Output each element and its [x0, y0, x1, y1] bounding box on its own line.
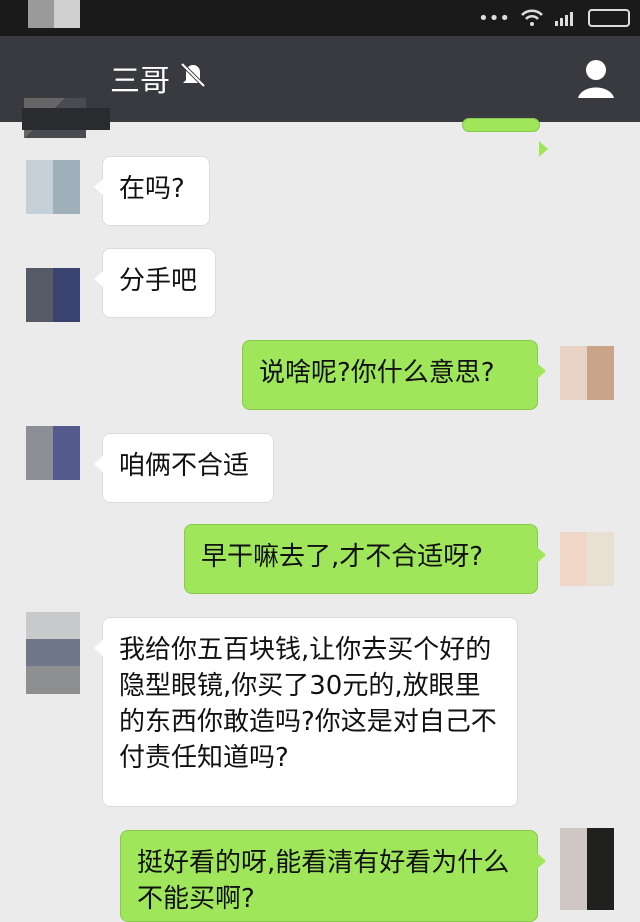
status-mosaic [28, 0, 80, 28]
message-bubble-left: 分手吧 [94, 248, 216, 318]
signal-icon [555, 12, 573, 26]
self-avatar [560, 828, 614, 910]
message-bubble-left: 在吗? [94, 156, 210, 226]
message-bubble-right: 说啥呢?你什么意思? [242, 340, 546, 410]
previous-message-bubble [462, 118, 548, 157]
message-bubble-left: 咱俩不合适 [94, 433, 274, 503]
profile-icon[interactable] [576, 56, 616, 102]
battery-icon [588, 9, 630, 27]
contact-avatar [26, 160, 80, 214]
contact-avatar [26, 612, 80, 694]
contact-avatar [26, 426, 80, 480]
status-icons: ••• [478, 6, 630, 30]
self-avatar [560, 532, 614, 586]
wifi-icon [521, 9, 543, 26]
message-bubble-left: 我给你五百块钱,让你去买个好的隐型眼镜,你买了30元的,放眼里的东西你敢造吗?你… [94, 617, 518, 807]
more-dots-icon: ••• [478, 7, 510, 29]
self-avatar [560, 346, 614, 400]
status-bar: ••• [0, 0, 640, 36]
mute-bell-icon [180, 62, 206, 88]
message-bubble-right: 早干嘛去了,才不合适呀? [184, 524, 546, 594]
title-mosaic [22, 108, 110, 130]
message-bubble-right: 挺好看的呀,能看清有好看为什么不能买啊? [120, 830, 546, 922]
chat-title: 三哥 [110, 64, 170, 99]
contact-avatar [26, 268, 80, 322]
